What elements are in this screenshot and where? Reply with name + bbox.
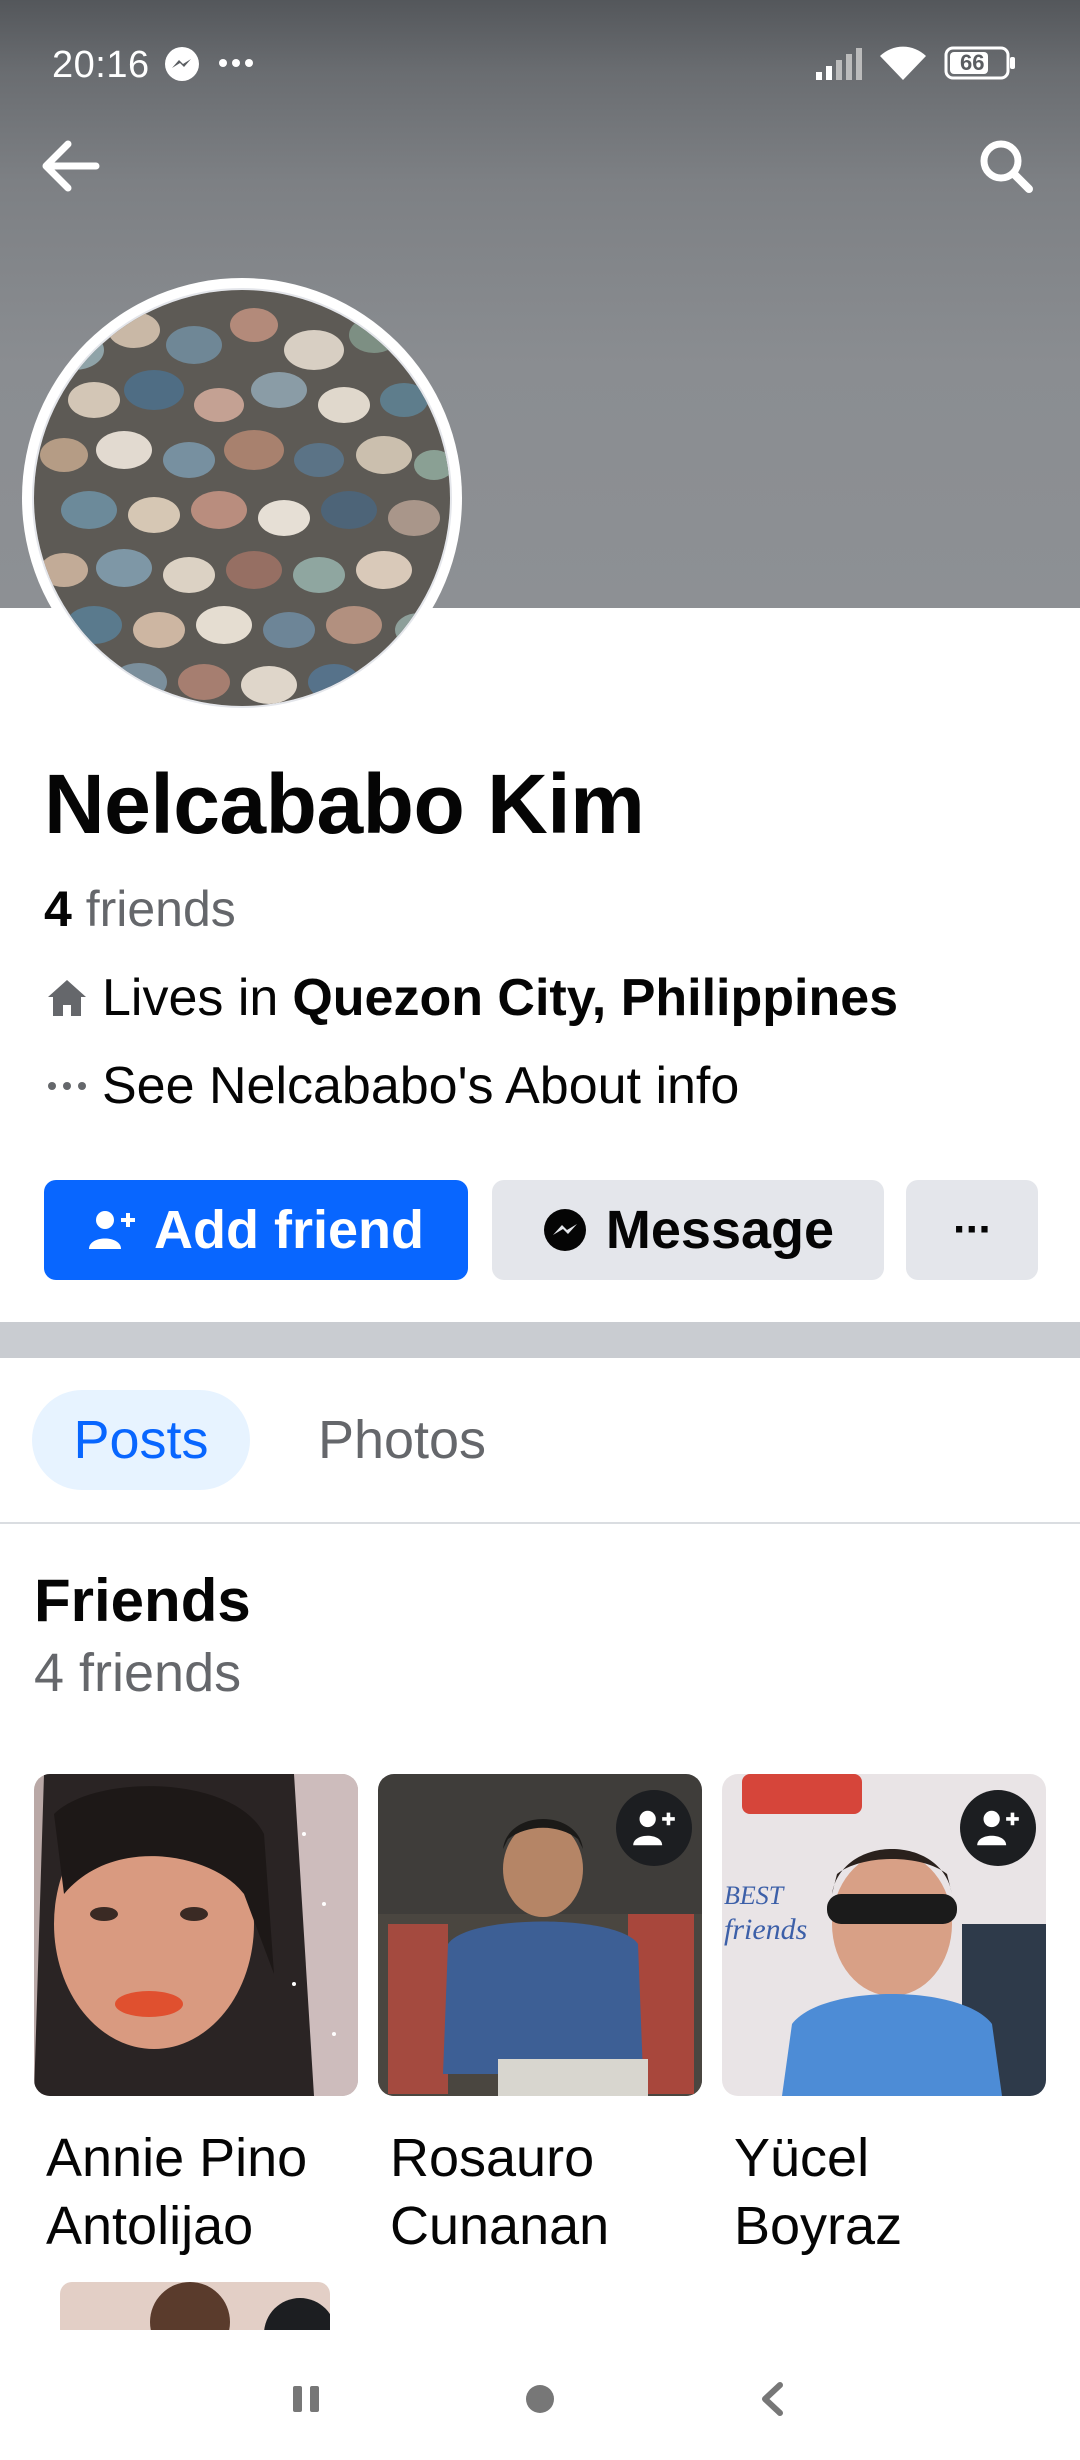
friend-last-name: Cunanan [390, 2196, 610, 2256]
back-button[interactable] [34, 130, 106, 202]
friends-count[interactable]: 4 friends [44, 880, 236, 938]
message-label: Message [605, 1200, 835, 1260]
more-options-button[interactable]: ··· [906, 1180, 1038, 1280]
tab-posts[interactable]: Posts [32, 1390, 250, 1490]
signal-icon [816, 48, 864, 85]
friend-last-name: Boyraz [734, 2196, 903, 2256]
status-time: 20:16 [52, 44, 150, 86]
add-friend-badge[interactable] [616, 1790, 692, 1866]
friend-last-name: Antolijao [46, 2196, 254, 2256]
friend-name: Yücel Boyraz [722, 2124, 1046, 2260]
pebbles-photo [32, 288, 452, 708]
add-friend-badge[interactable] [960, 1790, 1036, 1866]
friend-card[interactable]: Annie Pino Antolijao [34, 1774, 358, 2260]
tab-separator [0, 1522, 1080, 1524]
add-friend-label: Add friend [154, 1200, 424, 1260]
friend-card[interactable]: BEST friends Yücel Boyraz [722, 1774, 1046, 2260]
lives-in-prefix: Lives in [102, 969, 279, 1027]
wifi-icon [878, 44, 928, 87]
back-nav-button[interactable] [738, 2364, 808, 2434]
friend-first-name: Annie Pino [46, 2128, 308, 2188]
home-icon [44, 975, 90, 1021]
add-person-icon [977, 1810, 1019, 1846]
arrow-left-icon [42, 140, 100, 192]
friends-section-title: Friends [34, 1567, 251, 1634]
tab-photos[interactable]: Photos [286, 1390, 518, 1490]
lives-in-row: Lives in Quezon City, Philippines [44, 968, 898, 1028]
friends-word: friends [85, 881, 236, 937]
tab-photos-label: Photos [317, 1410, 487, 1470]
friends-number: 4 [44, 881, 72, 937]
add-person-icon [88, 1209, 136, 1251]
status-bar: 20:16 66 [0, 0, 1080, 128]
friend-photo [378, 1774, 702, 2096]
home-button[interactable] [505, 2364, 575, 2434]
friend-first-name: Rosauro [390, 2128, 595, 2188]
message-button[interactable]: Message [492, 1180, 884, 1280]
lives-in-place[interactable]: Quezon City, Philippines [292, 968, 898, 1028]
profile-name: Nelcababo Kim [44, 757, 645, 851]
friend-name: Annie Pino Antolijao [34, 2124, 358, 2260]
friends-section-count: 4 friends [34, 1643, 242, 1703]
about-info-row[interactable]: See Nelcababo's About info [44, 1056, 739, 1116]
add-person-icon [633, 1810, 675, 1846]
svg-text:BEST: BEST [724, 1881, 785, 1910]
recent-apps-icon [293, 2386, 319, 2412]
home-circle-icon [526, 2385, 554, 2413]
messenger-icon [542, 1207, 588, 1253]
search-icon [980, 140, 1033, 193]
about-info-link[interactable]: See Nelcababo's About info [102, 1056, 739, 1116]
messenger-notification-icon [164, 46, 200, 87]
section-divider [0, 1322, 1080, 1358]
battery-level: 66 [960, 50, 985, 75]
profile-picture[interactable] [22, 278, 462, 718]
tab-posts-label: Posts [73, 1410, 209, 1470]
friend-photo [34, 1774, 358, 2096]
svg-text:friends: friends [724, 1913, 807, 1946]
more-dots-icon [44, 1063, 90, 1109]
friend-card[interactable]: Rosauro Cunanan [378, 1774, 702, 2260]
friend-photo: BEST friends [722, 1774, 1046, 2096]
add-friend-button[interactable]: Add friend [44, 1180, 468, 1280]
search-button[interactable] [970, 130, 1042, 202]
friend-photo-partial[interactable] [60, 2282, 330, 2330]
recent-apps-button[interactable] [271, 2364, 341, 2434]
chevron-left-icon [762, 2382, 783, 2416]
more-notifications-icon [218, 56, 254, 74]
friend-name: Rosauro Cunanan [378, 2124, 702, 2260]
system-nav-bar [0, 2334, 1080, 2460]
friend-first-name: Yücel [734, 2128, 870, 2188]
more-options-label: ··· [953, 1205, 993, 1254]
